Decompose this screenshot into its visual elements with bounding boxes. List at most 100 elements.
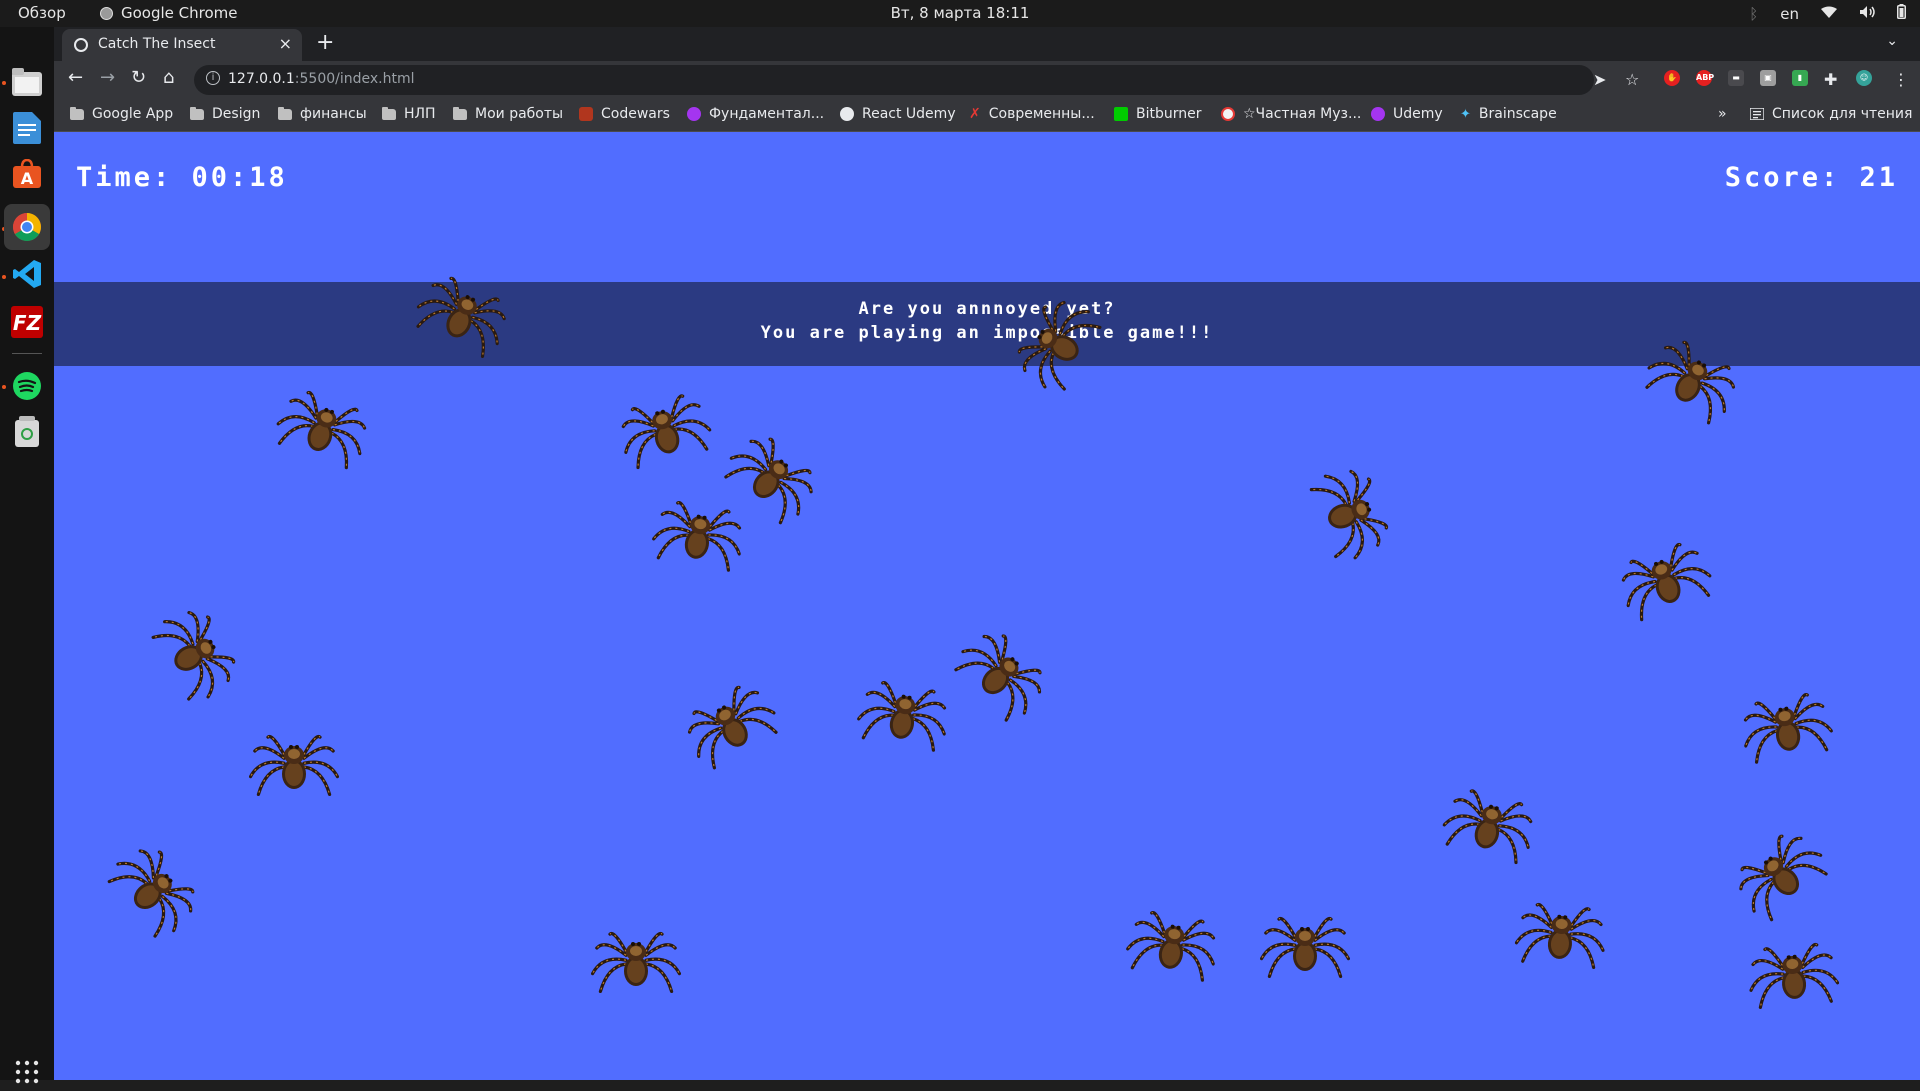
forward-arrow-icon[interactable]: → [100, 67, 115, 88]
extension-block-icon[interactable]: ✋ [1664, 70, 1680, 86]
bitburner-icon [1114, 107, 1128, 121]
music-icon [1221, 107, 1235, 121]
running-indicator [2, 385, 6, 389]
bookmark-google-app[interactable]: Google App [70, 104, 173, 124]
more-bookmarks-label: » [1718, 106, 1727, 122]
close-tab-icon[interactable]: × [279, 34, 292, 53]
bookmark-modern[interactable]: ✗ Современны... [969, 104, 1095, 124]
dock-separator [12, 353, 42, 354]
score-display: Score: 21 [1724, 162, 1898, 193]
reload-icon[interactable]: ↻ [131, 67, 146, 88]
system-tray[interactable]: ᛒ en [1749, 4, 1906, 23]
bookmark-label: Design [212, 106, 261, 122]
text-editor-icon[interactable] [8, 109, 46, 147]
spider-insect[interactable] [1715, 809, 1842, 936]
bookmark-label: Bitburner [1136, 106, 1202, 122]
spider-insect[interactable] [668, 661, 791, 784]
tab-search-chevron-icon[interactable]: ⌄ [1886, 33, 1898, 49]
battery-icon[interactable] [1897, 4, 1906, 23]
browser-menu-icon[interactable]: ⋮ [1893, 70, 1909, 89]
bookmark-music[interactable]: ☆Частная Муз... [1221, 104, 1361, 124]
spider-insect[interactable] [940, 608, 1067, 735]
url-text[interactable]: 127.0.0.1:5500/index.html [228, 71, 415, 87]
tab-title: Catch The Insect [98, 36, 216, 52]
folder-icon [278, 106, 292, 120]
bookmark-label: НЛП [404, 106, 436, 122]
spider-insect[interactable] [1121, 890, 1225, 994]
bookmark-nlp[interactable]: НЛП [382, 104, 436, 124]
svg-text:FZ: FZ [13, 311, 42, 335]
spider-insect[interactable] [1512, 883, 1610, 981]
new-tab-button[interactable]: + [316, 30, 334, 55]
bookmark-brainscape[interactable]: ✦ Brainscape [1460, 104, 1557, 124]
spider-insect[interactable] [1734, 672, 1838, 776]
x-icon: ✗ [969, 106, 981, 122]
reading-list-label: Список для чтения [1772, 106, 1913, 122]
home-icon[interactable]: ⌂ [163, 67, 174, 88]
spider-insect[interactable] [249, 717, 339, 807]
bookmark-react-udemy[interactable]: React Udemy [840, 104, 956, 124]
files-icon[interactable] [8, 63, 46, 101]
codewars-icon [579, 107, 593, 121]
bookmark-label: React Udemy [862, 106, 956, 122]
volume-icon[interactable] [1859, 5, 1875, 23]
adblock-icon[interactable]: ABP [1696, 70, 1714, 86]
bookmark-fundamentals[interactable]: Фундаментал... [687, 104, 824, 124]
spider-insect[interactable] [138, 591, 261, 714]
globe-icon [840, 107, 854, 121]
spider-insect[interactable] [94, 825, 221, 952]
bookmark-label: Brainscape [1478, 106, 1557, 122]
spider-insect[interactable] [1435, 767, 1545, 877]
spotify-icon[interactable] [8, 367, 46, 405]
dock: A FZ [0, 27, 54, 1084]
language-indicator[interactable]: en [1780, 5, 1799, 23]
reading-list-button[interactable]: Список для чтения [1750, 104, 1912, 124]
app-grid-icon[interactable] [8, 1053, 46, 1091]
bluetooth-icon[interactable]: ᛒ [1749, 5, 1758, 23]
site-info-icon[interactable]: i [206, 71, 220, 85]
extension-cast-icon[interactable]: ▬ [1728, 70, 1744, 86]
spider-insect[interactable] [1606, 519, 1721, 634]
running-indicator [2, 81, 6, 85]
spider-insect[interactable] [1260, 899, 1350, 989]
tab-catch-the-insect[interactable]: Catch The Insect × [62, 29, 302, 61]
chrome-icon[interactable] [4, 204, 50, 250]
spider-insect[interactable] [1296, 454, 1411, 569]
address-bar[interactable]: i 127.0.0.1:5500/index.html [194, 65, 1594, 95]
software-center-icon[interactable]: A [8, 155, 46, 193]
time-display: Time: 00:18 [76, 162, 288, 193]
extension-gray-icon[interactable]: ▣ [1760, 70, 1776, 86]
message-line-1: Are you annnoyed yet? [858, 299, 1116, 319]
bookmark-label: Google App [92, 106, 174, 122]
more-bookmarks-button[interactable]: » [1718, 104, 1727, 124]
clock[interactable]: Вт, 8 марта 18:11 [0, 4, 1920, 22]
filezilla-icon[interactable]: FZ [8, 303, 46, 341]
extension-green-icon[interactable]: ▮ [1792, 70, 1808, 86]
message-line-2: You are playing an impossible game!!! [760, 323, 1214, 343]
spider-insect[interactable] [591, 914, 681, 1004]
bookmark-my-works[interactable]: Мои работы [453, 104, 563, 124]
profile-avatar[interactable]: ☺ [1856, 70, 1872, 86]
send-tab-icon[interactable]: ➤ [1593, 70, 1606, 89]
folder-icon [453, 106, 467, 120]
spider-insect[interactable] [609, 372, 719, 482]
wifi-icon[interactable] [1821, 5, 1837, 23]
system-top-bar: Обзор Google Chrome Вт, 8 марта 18:11 ᛒ … [0, 0, 1920, 27]
bookmark-star-icon[interactable]: ☆ [1625, 70, 1639, 89]
spider-insect[interactable] [852, 660, 956, 764]
spider-insect[interactable] [266, 367, 381, 482]
extensions-puzzle-icon[interactable]: ✚ [1824, 70, 1837, 89]
bookmark-bitburner[interactable]: Bitburner [1114, 104, 1202, 124]
spider-insect[interactable] [1744, 923, 1842, 1021]
spider-insect[interactable] [647, 480, 751, 584]
brainscape-icon: ✦ [1460, 106, 1471, 122]
bookmark-label: Мои работы [475, 106, 564, 122]
bookmark-codewars[interactable]: Codewars [579, 104, 670, 124]
bookmark-udemy[interactable]: Udemy [1371, 104, 1443, 124]
bookmark-finance[interactable]: финансы [278, 104, 367, 124]
trash-icon[interactable] [8, 413, 46, 451]
folder-icon [190, 106, 204, 120]
vscode-icon[interactable] [8, 255, 46, 293]
back-arrow-icon[interactable]: ← [68, 67, 83, 88]
bookmark-design[interactable]: Design [190, 104, 260, 124]
